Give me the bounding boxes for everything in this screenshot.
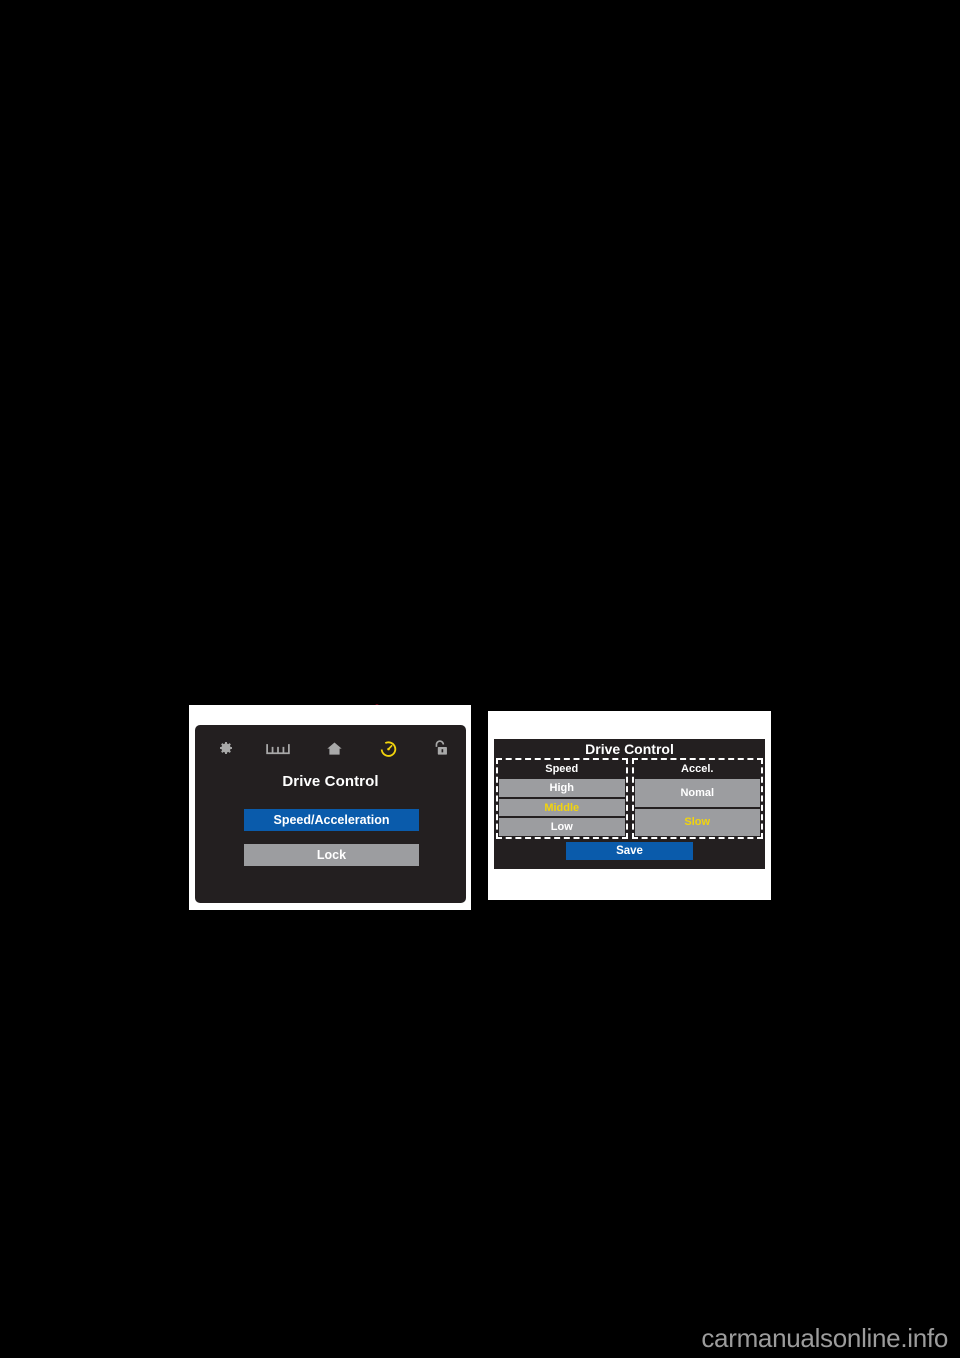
speed-option-high[interactable]: High	[499, 777, 625, 797]
page-title-menu: Drive Control	[282, 773, 379, 790]
page-title-settings: Drive Control	[585, 741, 674, 757]
figure-b-drive-control-settings: Drive Control Speed High Middle Low Acce…	[488, 711, 771, 900]
display-screen-settings: Drive Control Speed High Middle Low Acce…	[494, 739, 765, 869]
save-button[interactable]: Save	[566, 842, 693, 860]
gear-icon[interactable]	[213, 735, 239, 761]
accel-column: Accel. Nomal Slow	[631, 758, 763, 839]
unlock-icon[interactable]	[427, 735, 453, 761]
status-icon-bar	[195, 735, 466, 761]
speed-acceleration-button[interactable]: Speed/Acceleration	[244, 809, 419, 831]
accel-option-slow[interactable]: Slow	[634, 806, 760, 836]
figure-a-drive-control-menu: Drive Control Speed/Acceleration Lock	[189, 705, 471, 910]
home-icon[interactable]	[321, 735, 347, 761]
speed-option-middle[interactable]: Middle	[499, 796, 625, 817]
page-root: 1	[0, 0, 960, 1358]
settings-columns: Speed High Middle Low Accel. Nomal Slow	[496, 758, 763, 839]
gauge-icon[interactable]	[375, 735, 401, 761]
watermark: carmanualsonline.info	[701, 1323, 948, 1353]
accel-column-header: Accel.	[634, 761, 760, 777]
bars-icon[interactable]	[265, 735, 291, 761]
speed-column: Speed High Middle Low	[496, 758, 628, 839]
accel-option-nomal[interactable]: Nomal	[634, 777, 760, 807]
save-row: Save	[494, 841, 765, 861]
speed-option-low[interactable]: Low	[499, 816, 625, 837]
lock-button[interactable]: Lock	[244, 844, 419, 866]
display-screen-menu: Drive Control Speed/Acceleration Lock	[195, 725, 466, 903]
speed-column-header: Speed	[499, 761, 625, 777]
